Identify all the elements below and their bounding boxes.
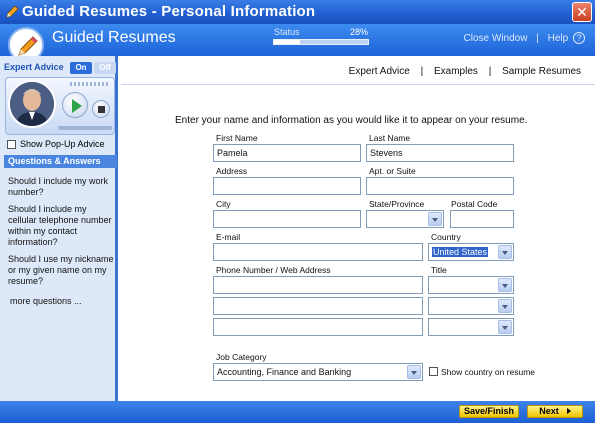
job-category-value: Accounting, Finance and Banking	[217, 367, 352, 377]
chevron-down-icon[interactable]	[407, 365, 421, 379]
first-name-field[interactable]: Pamela	[213, 144, 361, 162]
phone-web-label: Phone Number / Web Address	[216, 265, 331, 275]
examples-link[interactable]: Examples	[434, 66, 478, 77]
header-links: Close Window | Help ?	[464, 32, 585, 44]
email-field[interactable]	[213, 243, 423, 261]
address-field[interactable]	[213, 177, 361, 195]
expert-advice-on-button[interactable]: On	[70, 62, 92, 74]
chevron-down-icon[interactable]	[498, 299, 512, 313]
address-label: Address	[216, 166, 248, 176]
apt-suite-label: Apt. or Suite	[369, 166, 416, 176]
next-button-label: Next	[539, 406, 559, 416]
expert-advice-link[interactable]: Expert Advice	[349, 66, 410, 77]
logo-pencil-icon	[18, 36, 38, 56]
close-window-icon[interactable]: ✕	[572, 2, 592, 22]
help-icon[interactable]: ?	[573, 32, 585, 44]
country-value: United States	[432, 247, 489, 257]
title-select-1[interactable]	[428, 276, 514, 294]
city-label: City	[216, 199, 231, 209]
country-select[interactable]: United States	[428, 243, 514, 261]
question-link[interactable]: Should I include my work number?	[8, 176, 116, 198]
brand-title: Guided Resumes	[52, 29, 176, 46]
resource-links: Expert Advice | Examples | Sample Resume…	[349, 66, 581, 77]
title-label: Title	[431, 265, 447, 275]
postal-code-field[interactable]	[450, 210, 514, 228]
show-country-checkbox[interactable]	[429, 367, 438, 376]
next-button[interactable]: Next	[527, 405, 583, 418]
last-name-field[interactable]: Stevens	[366, 144, 514, 162]
apt-suite-field[interactable]	[366, 177, 514, 195]
phone-web-field-3[interactable]	[213, 318, 423, 336]
phone-web-field-1[interactable]	[213, 276, 423, 294]
close-window-link[interactable]: Close Window	[464, 33, 528, 44]
state-province-label: State/Province	[369, 199, 425, 209]
questions-list: Should I include my work number? Should …	[8, 176, 116, 293]
sample-resumes-link[interactable]: Sample Resumes	[502, 66, 581, 77]
header-separator: |	[536, 33, 539, 44]
expert-advice-label: Expert Advice	[4, 62, 64, 72]
title-select-3[interactable]	[428, 318, 514, 336]
status-progress-bar	[273, 39, 369, 45]
job-category-label: Job Category	[216, 352, 267, 362]
chevron-down-icon[interactable]	[498, 320, 512, 334]
save-finish-button[interactable]: Save/Finish	[459, 405, 519, 418]
question-link[interactable]: Should I use my nickname or my given nam…	[8, 254, 116, 287]
help-link[interactable]: Help	[548, 33, 569, 44]
country-label: Country	[431, 232, 461, 242]
person-icon	[10, 82, 54, 126]
progress-fill	[274, 40, 301, 44]
volume-indicator	[70, 82, 110, 86]
job-category-select[interactable]: Accounting, Finance and Banking	[213, 363, 423, 381]
show-country-label: Show country on resume	[441, 367, 536, 377]
pencil-icon	[6, 5, 19, 18]
nav-separator: |	[420, 66, 424, 77]
show-popup-label: Show Pop-Up Advice	[20, 139, 105, 149]
title-select-2[interactable]	[428, 297, 514, 315]
nav-separator: |	[488, 66, 492, 77]
email-label: E-mail	[216, 232, 241, 242]
chevron-down-icon[interactable]	[498, 245, 512, 259]
status-label: Status	[274, 27, 300, 37]
stop-icon[interactable]	[92, 100, 110, 118]
expert-advice-toggle: Expert Advice On Off	[4, 62, 116, 75]
chevron-down-icon[interactable]	[498, 278, 512, 292]
chevron-down-icon[interactable]	[428, 212, 442, 226]
question-link[interactable]: Should I include my cellular telephone n…	[8, 204, 116, 248]
arrow-right-icon	[566, 408, 571, 414]
state-province-select[interactable]	[366, 210, 444, 228]
postal-code-label: Postal Code	[451, 199, 498, 209]
last-name-label: Last Name	[369, 133, 411, 143]
phone-web-field-2[interactable]	[213, 297, 423, 315]
questions-answers-header: Questions & Answers	[4, 155, 117, 168]
show-popup-checkbox[interactable]	[7, 140, 16, 149]
window-title: Guided Resumes - Personal Information	[22, 3, 316, 20]
advisor-avatar	[8, 80, 56, 128]
first-name-label: First Name	[216, 133, 258, 143]
more-questions-link[interactable]: more questions ...	[10, 296, 82, 306]
status-percent: 28%	[350, 27, 369, 37]
play-icon[interactable]	[62, 92, 88, 118]
city-field[interactable]	[213, 210, 361, 228]
app-header: Guided Resumes Status 28% Close Window |…	[0, 24, 595, 56]
title-bar: Guided Resumes - Personal Information ✕	[0, 0, 595, 24]
audio-slider[interactable]	[58, 126, 112, 130]
expert-advice-off-button[interactable]: Off	[94, 62, 116, 74]
form-instructions: Enter your name and information as you w…	[175, 115, 528, 126]
